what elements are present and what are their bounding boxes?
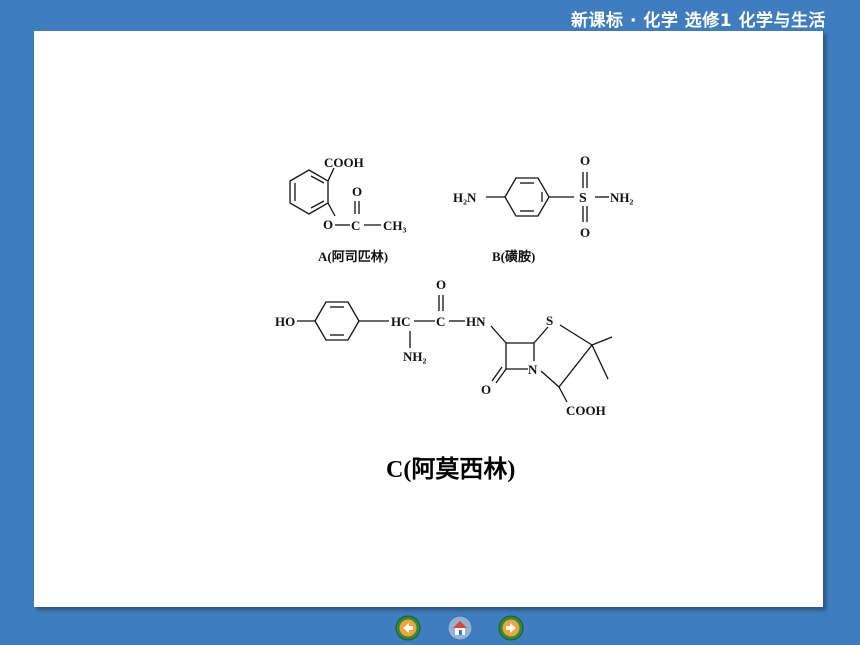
label-o-top-b: O (580, 153, 590, 168)
header-title: 新课标 · 化学 选修1 化学与生活 (571, 11, 826, 31)
label-o-amide: O (436, 277, 446, 292)
label-h2n-b: H₂N (453, 190, 477, 205)
label-o-carbonyl-a: O (352, 184, 362, 199)
caption-amoxicillin: C(阿莫西林) (386, 457, 516, 483)
structures-figure: COOH O C O CH₃ A(阿司匹林) H₂N S O O NH₂ B(磺… (275, 153, 634, 418)
prev-button[interactable] (395, 615, 421, 641)
home-icon (447, 615, 473, 641)
right-arrow-icon (498, 615, 524, 641)
benzene-ring-c (314, 301, 360, 341)
structure-aspirin: COOH O C O CH₃ A(阿司匹林) (289, 155, 407, 264)
label-s-b: S (579, 191, 587, 206)
label-hn: HN (466, 314, 486, 329)
label-c-carbonyl: C (351, 218, 360, 233)
label-ch3: CH₃ (383, 218, 407, 233)
label-ho: HO (275, 314, 295, 329)
label-n-ring: N (528, 362, 538, 377)
label-nh2-b: NH₂ (610, 190, 634, 205)
slide-panel: COOH O C O CH₃ A(阿司匹林) H₂N S O O NH₂ B(磺… (34, 31, 823, 607)
structure-sulfanilamide: H₂N S O O NH₂ B(磺胺) (453, 153, 634, 264)
benzene-ring-a (289, 169, 329, 215)
label-nh2-c: NH₂ (403, 349, 427, 364)
next-button[interactable] (498, 615, 524, 641)
label-cooh-c: COOH (566, 403, 606, 418)
label-o-lactam: O (481, 382, 491, 397)
label-cooh-a: COOH (324, 155, 364, 170)
label-c-amide: C (436, 314, 445, 329)
caption-sulfanilamide: B(磺胺) (492, 249, 535, 264)
label-hc: HC (391, 314, 411, 329)
caption-aspirin: A(阿司匹林) (318, 249, 388, 264)
label-o-ester: O (323, 217, 333, 232)
home-button[interactable] (447, 615, 473, 641)
left-arrow-icon (395, 615, 421, 641)
label-s-ring: S (546, 313, 553, 328)
structure-amoxicillin: HO HC NH₂ C O HN O N S COOH (275, 277, 613, 418)
label-o-bottom-b: O (580, 225, 590, 240)
